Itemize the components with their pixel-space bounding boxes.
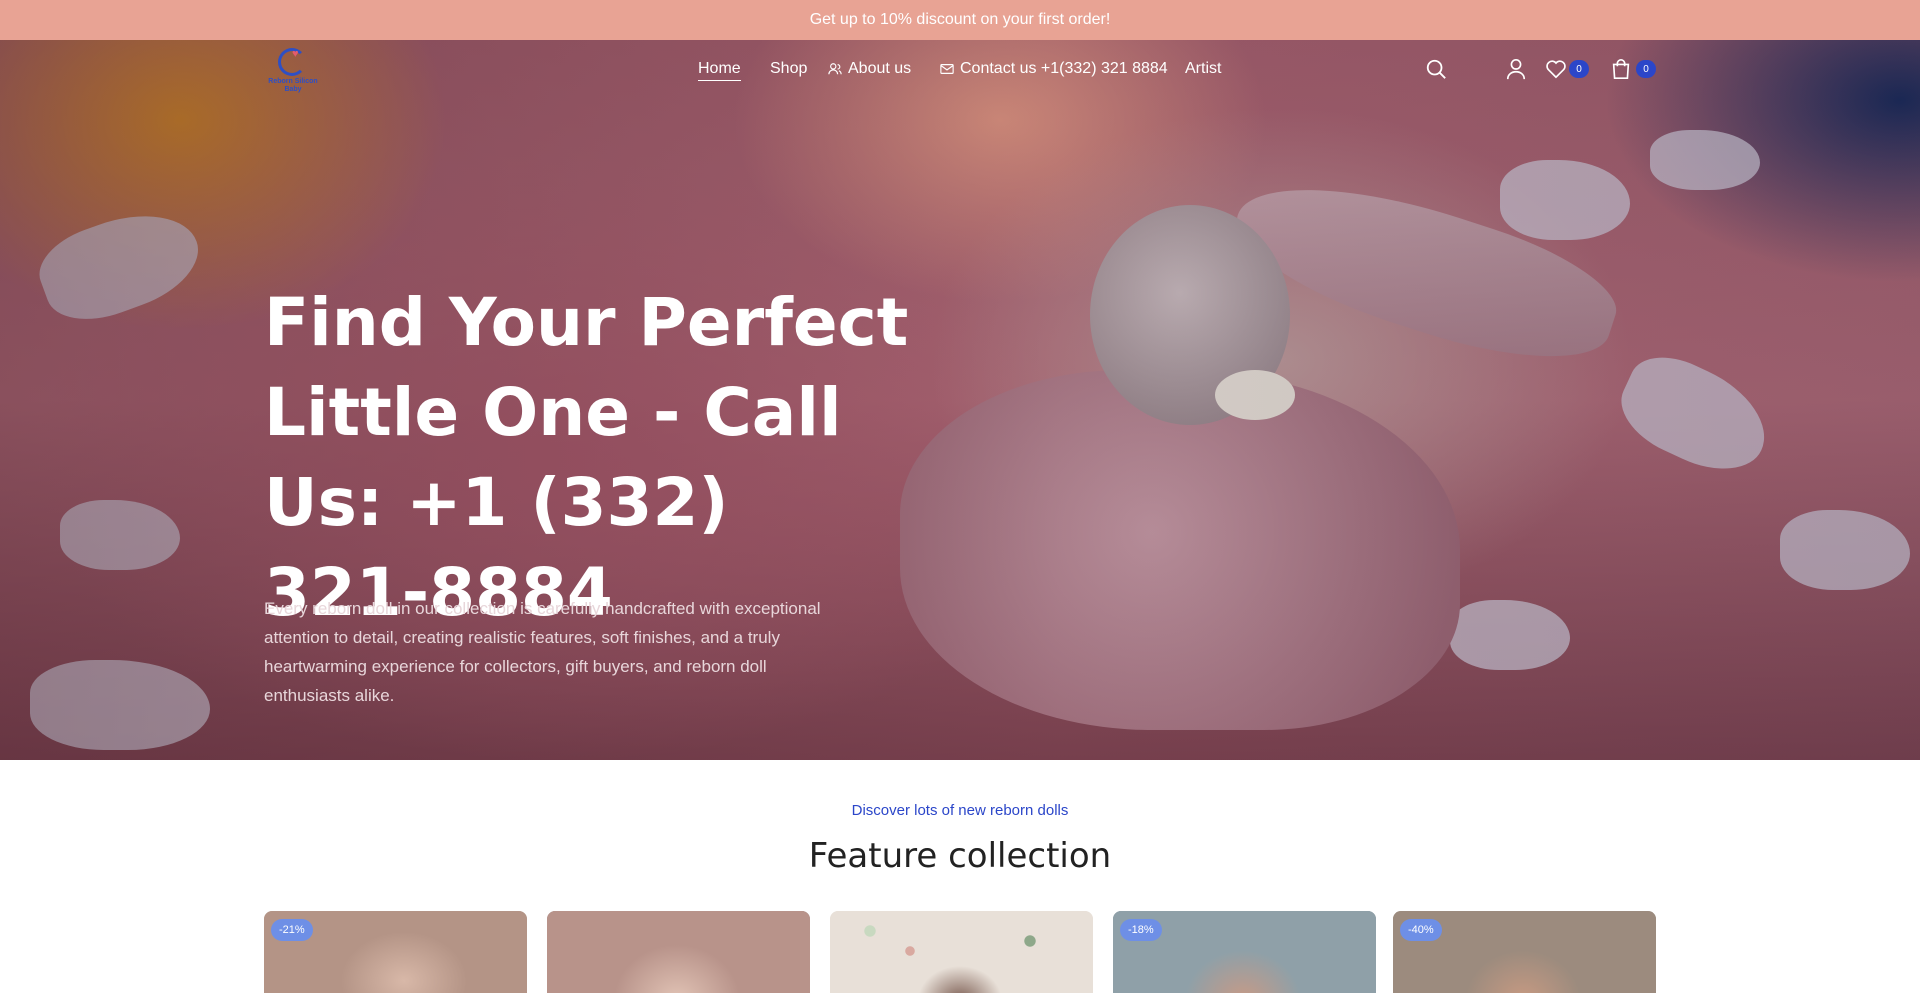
hero-description: Every reborn doll in our collection is c… <box>264 599 821 705</box>
logo-heart-icon: ♥ <box>292 48 299 60</box>
nav-item-label: Home <box>698 60 741 81</box>
section-kicker: Discover lots of new reborn dolls <box>851 802 1069 819</box>
nav-item-label: Artist <box>1185 60 1222 77</box>
account-button[interactable] <box>1505 58 1527 85</box>
product-image <box>547 911 810 993</box>
announcement-bar: Get up to 10% discount on your first ord… <box>0 0 1920 40</box>
search-icon <box>1425 59 1447 84</box>
mail-icon <box>940 63 954 75</box>
discount-badge: -40% <box>1400 919 1442 941</box>
product-card[interactable]: -21% <box>264 911 527 993</box>
logo-text: Reborn Silicon Baby <box>268 78 318 93</box>
nav-item-contact[interactable]: Contact us +1(332) 321 8884 <box>940 60 1168 78</box>
discount-badge: -21% <box>271 919 313 941</box>
user-icon <box>828 62 842 76</box>
hero-banner: Find Your Perfect Little One - Call Us: … <box>0 40 1920 760</box>
cart-count-badge: 0 <box>1636 60 1656 78</box>
site-logo[interactable]: ♥ Reborn Silicon Baby <box>264 46 322 96</box>
wishlist-count-badge: 0 <box>1569 60 1589 78</box>
nav-item-artist[interactable]: Artist <box>1185 60 1221 78</box>
nav-item-label: Shop <box>770 60 808 77</box>
product-image <box>830 911 1093 993</box>
nav-item-label: Contact us +1(332) 321 8884 <box>960 60 1168 77</box>
cart-button[interactable]: 0 <box>1610 58 1656 85</box>
user-icon <box>1505 59 1527 84</box>
nav-item-label: About us <box>848 60 912 77</box>
section-title: Feature collection <box>808 836 1112 876</box>
product-card[interactable]: -40% <box>1393 911 1656 993</box>
main-navigation: ♥ Reborn Silicon Baby Home Shop About us… <box>0 40 1920 100</box>
nav-item-shop[interactable]: Shop <box>770 60 807 78</box>
bag-icon <box>1610 59 1632 84</box>
wishlist-button[interactable]: 0 <box>1545 58 1589 85</box>
product-card[interactable] <box>547 911 810 993</box>
hero-title: Find Your Perfect Little One - Call Us: … <box>264 284 909 631</box>
product-card[interactable] <box>830 911 1093 993</box>
heart-icon <box>1545 60 1567 84</box>
product-card[interactable]: -18% <box>1113 911 1376 993</box>
nav-item-home[interactable]: Home <box>698 60 741 81</box>
discount-badge: -18% <box>1120 919 1162 941</box>
search-button[interactable] <box>1425 58 1447 85</box>
announcement-text: Get up to 10% discount on your first ord… <box>809 11 1111 28</box>
nav-item-about[interactable]: About us <box>828 60 911 78</box>
product-grid: -21% -18% -40% <box>264 911 1656 993</box>
